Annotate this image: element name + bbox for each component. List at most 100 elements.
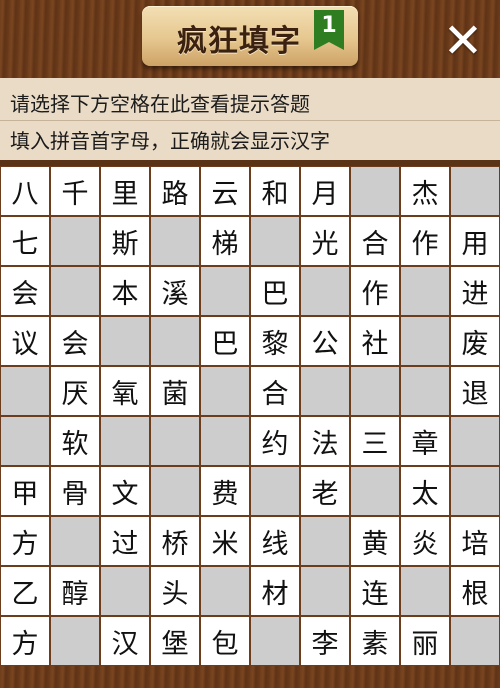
grid-cell-filled[interactable]: 巴 <box>250 266 300 316</box>
grid-cell-filled[interactable]: 米 <box>200 516 250 566</box>
grid-cell-filled[interactable]: 菌 <box>150 366 200 416</box>
grid-cell-filled[interactable]: 材 <box>250 566 300 616</box>
grid-cell-filled[interactable]: 根 <box>450 566 500 616</box>
grid-cell-empty[interactable] <box>350 166 400 216</box>
grid-cell-filled[interactable]: 梯 <box>200 216 250 266</box>
grid-cell-filled[interactable]: 作 <box>350 266 400 316</box>
grid-cell-filled[interactable]: 会 <box>50 316 100 366</box>
grid-cell-empty[interactable] <box>250 466 300 516</box>
grid-cell-filled[interactable]: 老 <box>300 466 350 516</box>
grid-cell-filled[interactable]: 云 <box>200 166 250 216</box>
grid-cell-empty[interactable] <box>50 516 100 566</box>
grid-cell-empty[interactable] <box>450 616 500 666</box>
grid-cell-filled[interactable]: 黎 <box>250 316 300 366</box>
grid-cell-filled[interactable]: 八 <box>0 166 50 216</box>
grid-cell-empty[interactable] <box>150 416 200 466</box>
grid-cell-filled[interactable]: 连 <box>350 566 400 616</box>
grid-cell-empty[interactable] <box>450 466 500 516</box>
grid-cell-filled[interactable]: 社 <box>350 316 400 366</box>
grid-cell-empty[interactable] <box>400 316 450 366</box>
grid-cell-filled[interactable]: 章 <box>400 416 450 466</box>
grid-cell-empty[interactable] <box>300 516 350 566</box>
grid-cell-filled[interactable]: 进 <box>450 266 500 316</box>
grid-cell-filled[interactable]: 过 <box>100 516 150 566</box>
grid-cell-filled[interactable]: 包 <box>200 616 250 666</box>
grid-cell-filled[interactable]: 作 <box>400 216 450 266</box>
grid-cell-filled[interactable]: 素 <box>350 616 400 666</box>
grid-cell-filled[interactable]: 千 <box>50 166 100 216</box>
grid-cell-filled[interactable]: 光 <box>300 216 350 266</box>
grid-cell-empty[interactable] <box>250 616 300 666</box>
grid-cell-filled[interactable]: 约 <box>250 416 300 466</box>
grid-cell-filled[interactable]: 太 <box>400 466 450 516</box>
grid-cell-filled[interactable]: 废 <box>450 316 500 366</box>
grid-cell-empty[interactable] <box>300 566 350 616</box>
grid-cell-empty[interactable] <box>0 366 50 416</box>
grid-cell-empty[interactable] <box>50 616 100 666</box>
grid-cell-filled[interactable]: 溪 <box>150 266 200 316</box>
close-icon[interactable]: ✕ <box>440 17 486 65</box>
grid-cell-empty[interactable] <box>150 466 200 516</box>
grid-cell-filled[interactable]: 头 <box>150 566 200 616</box>
grid-cell-empty[interactable] <box>100 316 150 366</box>
grid-cell-filled[interactable]: 斯 <box>100 216 150 266</box>
grid-cell-filled[interactable]: 七 <box>0 216 50 266</box>
grid-cell-filled[interactable]: 甲 <box>0 466 50 516</box>
grid-cell-empty[interactable] <box>150 216 200 266</box>
grid-cell-filled[interactable]: 退 <box>450 366 500 416</box>
grid-cell-empty[interactable] <box>400 566 450 616</box>
grid-cell-filled[interactable]: 用 <box>450 216 500 266</box>
grid-cell-empty[interactable] <box>250 216 300 266</box>
grid-cell-filled[interactable]: 桥 <box>150 516 200 566</box>
grid-cell-filled[interactable]: 公 <box>300 316 350 366</box>
grid-cell-filled[interactable]: 氧 <box>100 366 150 416</box>
grid-cell-filled[interactable]: 乙 <box>0 566 50 616</box>
grid-cell-filled[interactable]: 路 <box>150 166 200 216</box>
grid-cell-filled[interactable]: 和 <box>250 166 300 216</box>
grid-cell-filled[interactable]: 里 <box>100 166 150 216</box>
grid-cell-empty[interactable] <box>400 266 450 316</box>
grid-cell-empty[interactable] <box>350 466 400 516</box>
grid-cell-filled[interactable]: 本 <box>100 266 150 316</box>
grid-cell-empty[interactable] <box>200 366 250 416</box>
grid-cell-empty[interactable] <box>200 266 250 316</box>
grid-cell-empty[interactable] <box>100 416 150 466</box>
grid-cell-filled[interactable]: 合 <box>350 216 400 266</box>
grid-cell-filled[interactable]: 炎 <box>400 516 450 566</box>
grid-cell-empty[interactable] <box>300 366 350 416</box>
grid-cell-filled[interactable]: 丽 <box>400 616 450 666</box>
grid-cell-filled[interactable]: 堡 <box>150 616 200 666</box>
grid-cell-filled[interactable]: 法 <box>300 416 350 466</box>
grid-cell-filled[interactable]: 三 <box>350 416 400 466</box>
grid-cell-filled[interactable]: 线 <box>250 516 300 566</box>
grid-cell-filled[interactable]: 方 <box>0 616 50 666</box>
grid-cell-empty[interactable] <box>0 416 50 466</box>
grid-cell-empty[interactable] <box>100 566 150 616</box>
grid-cell-filled[interactable]: 李 <box>300 616 350 666</box>
grid-cell-filled[interactable]: 合 <box>250 366 300 416</box>
grid-cell-filled[interactable]: 黄 <box>350 516 400 566</box>
grid-cell-filled[interactable]: 杰 <box>400 166 450 216</box>
grid-cell-empty[interactable] <box>450 166 500 216</box>
grid-cell-filled[interactable]: 汉 <box>100 616 150 666</box>
grid-cell-filled[interactable]: 月 <box>300 166 350 216</box>
grid-cell-filled[interactable]: 厌 <box>50 366 100 416</box>
grid-cell-empty[interactable] <box>300 266 350 316</box>
grid-cell-filled[interactable]: 会 <box>0 266 50 316</box>
grid-cell-filled[interactable]: 醇 <box>50 566 100 616</box>
grid-cell-filled[interactable]: 软 <box>50 416 100 466</box>
grid-cell-filled[interactable]: 骨 <box>50 466 100 516</box>
grid-cell-filled[interactable]: 巴 <box>200 316 250 366</box>
grid-cell-filled[interactable]: 方 <box>0 516 50 566</box>
grid-cell-empty[interactable] <box>200 416 250 466</box>
grid-cell-empty[interactable] <box>150 316 200 366</box>
grid-cell-filled[interactable]: 费 <box>200 466 250 516</box>
grid-cell-empty[interactable] <box>400 366 450 416</box>
grid-cell-empty[interactable] <box>50 266 100 316</box>
grid-cell-filled[interactable]: 议 <box>0 316 50 366</box>
grid-cell-empty[interactable] <box>200 566 250 616</box>
grid-cell-filled[interactable]: 文 <box>100 466 150 516</box>
grid-cell-filled[interactable]: 培 <box>450 516 500 566</box>
grid-cell-empty[interactable] <box>450 416 500 466</box>
grid-cell-empty[interactable] <box>50 216 100 266</box>
